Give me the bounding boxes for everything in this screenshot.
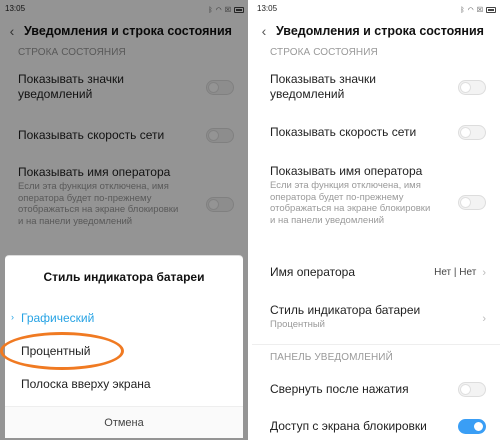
status-time: 13:05 bbox=[257, 4, 278, 13]
left-screen: 13:05 ᛒ ◠ ☒ ‹ Уведомления и строка состо… bbox=[0, 0, 248, 440]
wifi-icon: ◠ bbox=[215, 7, 222, 14]
toggle-switch[interactable] bbox=[206, 80, 234, 95]
section-notification-panel: ПАНЕЛЬ УВЕДОМЛЕНИЙ bbox=[270, 352, 393, 363]
toggle-knob bbox=[473, 421, 484, 432]
setting-label: Свернуть после нажатия bbox=[270, 382, 409, 396]
toggle-knob bbox=[208, 82, 219, 93]
setting-description: Процентный bbox=[270, 319, 325, 330]
option-top-bar[interactable]: Полоска вверху экрана bbox=[21, 377, 151, 391]
setting-label: Показывать имя оператора bbox=[18, 165, 171, 179]
bluetooth-icon: ᛒ bbox=[208, 6, 213, 14]
setting-label: Показывать значки уведомлений bbox=[270, 72, 376, 101]
chevron-right-icon: › bbox=[482, 312, 486, 325]
setting-show-notification-icons[interactable]: Показывать значки уведомлений bbox=[270, 72, 486, 102]
setting-lockscreen-access[interactable]: Доступ с экрана блокировки bbox=[270, 419, 486, 434]
chevron-right-icon: › bbox=[482, 266, 486, 279]
app-header: ‹ Уведомления и строка состояния bbox=[252, 16, 500, 46]
page-title: Уведомления и строка состояния bbox=[276, 24, 484, 38]
close-icon: ☒ bbox=[224, 7, 231, 14]
setting-description: Если эта функция отключена, имя оператор… bbox=[270, 180, 431, 226]
toggle-switch[interactable] bbox=[458, 125, 486, 140]
toggle-switch[interactable] bbox=[206, 197, 234, 212]
toggle-knob bbox=[460, 127, 471, 138]
battery-icon bbox=[486, 7, 496, 13]
setting-value: Нет | Нет bbox=[434, 267, 477, 278]
highlight-ellipse bbox=[0, 332, 124, 370]
setting-label: Показывать имя оператора bbox=[270, 164, 423, 178]
back-icon[interactable]: ‹ bbox=[0, 23, 24, 39]
setting-show-network-speed[interactable]: Показывать скорость сети bbox=[270, 125, 486, 140]
setting-show-operator-name[interactable]: Показывать имя оператора Если эта функци… bbox=[18, 165, 234, 227]
setting-label: Стиль индикатора батареи bbox=[270, 303, 421, 317]
bluetooth-icon: ᛒ bbox=[460, 6, 465, 14]
status-icons: ᛒ ◠ ☒ bbox=[460, 4, 496, 16]
battery-icon bbox=[234, 7, 244, 13]
page-title: Уведомления и строка состояния bbox=[24, 24, 232, 38]
setting-label: Показывать скорость сети bbox=[270, 125, 417, 139]
setting-description: Если эта функция отключена, имя оператор… bbox=[18, 181, 179, 227]
toggle-knob bbox=[460, 82, 471, 93]
section-status-bar: СТРОКА СОСТОЯНИЯ bbox=[18, 47, 126, 58]
section-divider bbox=[252, 344, 500, 345]
option-graphic[interactable]: › Графический bbox=[11, 311, 95, 325]
option-label: Графический bbox=[21, 311, 95, 325]
right-screen: 13:05 ᛒ ◠ ☒ ‹ Уведомления и строка состо… bbox=[252, 0, 500, 440]
close-icon: ☒ bbox=[476, 7, 483, 14]
toggle-switch-on[interactable] bbox=[458, 419, 486, 434]
section-status-bar: СТРОКА СОСТОЯНИЯ bbox=[270, 47, 378, 58]
option-label: Полоска вверху экрана bbox=[21, 377, 151, 391]
toggle-switch[interactable] bbox=[458, 382, 486, 397]
toggle-switch[interactable] bbox=[458, 195, 486, 210]
status-bar: 13:05 ᛒ ◠ ☒ bbox=[252, 0, 500, 16]
toggle-knob bbox=[460, 384, 471, 395]
chevron-right-icon: › bbox=[11, 312, 14, 322]
toggle-knob bbox=[460, 197, 471, 208]
setting-value-wrap: › bbox=[482, 311, 486, 326]
app-header: ‹ Уведомления и строка состояния bbox=[0, 16, 248, 46]
setting-show-network-speed[interactable]: Показывать скорость сети bbox=[18, 128, 234, 143]
wifi-icon: ◠ bbox=[467, 7, 474, 14]
status-bar: 13:05 ᛒ ◠ ☒ bbox=[0, 0, 248, 16]
back-icon[interactable]: ‹ bbox=[252, 23, 276, 39]
setting-battery-style[interactable]: Стиль индикатора батареи Процентный › bbox=[270, 303, 486, 331]
setting-label: Доступ с экрана блокировки bbox=[270, 419, 427, 433]
toggle-switch[interactable] bbox=[206, 128, 234, 143]
cancel-button[interactable]: Отмена bbox=[5, 406, 243, 438]
setting-value-wrap: Нет | Нет › bbox=[434, 265, 486, 280]
dialog-title: Стиль индикатора батареи bbox=[43, 270, 205, 284]
status-icons: ᛒ ◠ ☒ bbox=[208, 4, 244, 16]
setting-label: Показывать скорость сети bbox=[18, 128, 165, 142]
setting-collapse-after-tap[interactable]: Свернуть после нажатия bbox=[270, 382, 486, 397]
setting-operator-name[interactable]: Имя оператора Нет | Нет › bbox=[270, 265, 486, 280]
toggle-knob bbox=[208, 199, 219, 210]
setting-show-operator-name[interactable]: Показывать имя оператора Если эта функци… bbox=[270, 164, 486, 226]
status-time: 13:05 bbox=[5, 4, 26, 13]
setting-label: Показывать значки уведомлений bbox=[18, 72, 124, 101]
toggle-knob bbox=[208, 130, 219, 141]
toggle-switch[interactable] bbox=[458, 80, 486, 95]
setting-show-notification-icons[interactable]: Показывать значки уведомлений bbox=[18, 72, 234, 102]
